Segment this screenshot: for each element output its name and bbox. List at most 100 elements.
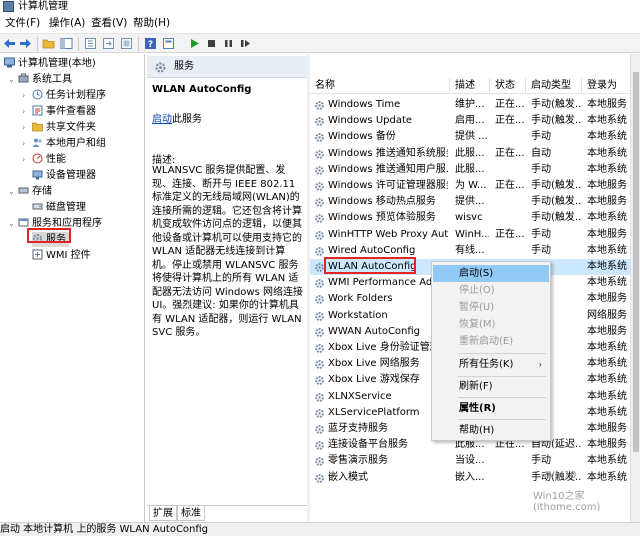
tree-performance[interactable]: › 性能 xyxy=(22,152,66,167)
service-gear-icon xyxy=(315,246,324,256)
properties-icon[interactable] xyxy=(162,37,175,50)
selected-service-name: WLAN AutoConfig xyxy=(152,84,252,95)
tools-icon xyxy=(18,73,29,84)
tree-event-viewer[interactable]: › 事件查看器 xyxy=(22,104,96,119)
column-logon-as[interactable]: 登录为 xyxy=(582,78,630,94)
start-service-row: 启动此服务 xyxy=(152,110,202,125)
cell-startup-type: 手动(触发... xyxy=(531,115,581,127)
table-row[interactable]: Windows Update 启用... 正在... 手动(触发... 本地系统 xyxy=(310,113,630,129)
help-icon[interactable]: ? xyxy=(144,37,157,50)
tree-task-scheduler[interactable]: › 任务计划程序 xyxy=(22,88,106,103)
menu-file[interactable]: 文件(F) xyxy=(5,14,40,33)
cell-name: Windows 推送通知系统服务 xyxy=(328,147,448,159)
cell-name: WWAN AutoConfig xyxy=(328,325,421,337)
cell-description: wisvc xyxy=(455,212,483,224)
tree-system-tools[interactable]: ⌄ 系统工具 xyxy=(8,72,72,87)
cell-description: 当设... xyxy=(455,455,485,467)
restart-service-icon[interactable] xyxy=(239,37,252,50)
cell-logon-as: 网络服务 xyxy=(587,309,627,321)
cell-startup-type: 手动(触发... xyxy=(531,196,581,208)
start-service-link[interactable]: 启动 xyxy=(152,114,172,125)
tree-device-manager[interactable]: 设备管理器 xyxy=(32,168,96,183)
start-service-icon[interactable] xyxy=(188,37,201,50)
menu-help-item[interactable]: 帮助(H) xyxy=(433,422,549,439)
column-name[interactable]: 名称 xyxy=(310,78,450,94)
cell-name: Windows 推送通知用户服... xyxy=(328,163,448,175)
expand-icon[interactable]: › xyxy=(22,120,31,135)
back-icon[interactable] xyxy=(3,37,16,50)
context-menu: 启动(S) 停止(O) 暂停(U) 恢复(M) 重新启动(E) 所有任务(K) … xyxy=(431,261,551,441)
tab-standard[interactable]: 标准 xyxy=(177,506,205,521)
table-row[interactable]: Windows 许可证管理器服务为 W... 正在... 手动(触发... 本地服务 xyxy=(310,178,630,194)
expand-icon[interactable]: › xyxy=(22,136,31,151)
tree-wmi-control[interactable]: WMI 控件 xyxy=(32,248,91,263)
table-row[interactable]: 零售演示服务 当设... 手动 本地系统 xyxy=(310,453,630,469)
menu-resume[interactable]: 恢复(M) xyxy=(433,316,549,333)
forward-icon[interactable] xyxy=(19,37,32,50)
menu-start[interactable]: 启动(S) xyxy=(433,265,549,282)
table-row[interactable]: Windows 推送通知用户服... 此服... 手动 本地系统 xyxy=(310,162,630,178)
cell-description: 此服... xyxy=(455,147,485,159)
cell-logon-as: 本地系统 xyxy=(587,115,627,127)
service-gear-icon xyxy=(315,165,324,175)
menu-action[interactable]: 操作(A) xyxy=(49,14,85,33)
tree-wmi-control-label: WMI 控件 xyxy=(46,250,91,261)
table-row[interactable]: Windows 备份 提供 ... 手动 本地系统 xyxy=(310,129,630,145)
cell-name: XLNXService xyxy=(328,390,392,402)
menu-pause[interactable]: 暂停(U) xyxy=(433,299,549,316)
pause-service-icon[interactable] xyxy=(222,37,235,50)
collapse-icon[interactable]: ⌄ xyxy=(8,72,17,87)
service-gear-icon xyxy=(315,279,324,289)
table-row[interactable]: Windows 移动热点服务 提供... 手动(触发... 本地服务 xyxy=(310,194,630,210)
cell-name: 蓝牙支持服务 xyxy=(328,423,388,434)
menu-restart[interactable]: 重新启动(E) xyxy=(433,333,549,350)
menu-help[interactable]: 帮助(H) xyxy=(133,14,170,33)
table-row[interactable]: 嵌入模式 嵌入... 手动(触发... 本地系统 xyxy=(310,470,630,486)
export-icon[interactable] xyxy=(120,37,133,50)
expand-icon[interactable]: › xyxy=(22,88,31,103)
cell-startup-type: 手动 xyxy=(531,455,551,467)
tree-storage[interactable]: ⌄ 存储 xyxy=(8,184,52,199)
menu-stop[interactable]: 停止(O) xyxy=(433,282,549,299)
cell-description: 嵌入... xyxy=(455,471,485,483)
cell-startup-type: 手动(触发... xyxy=(531,99,581,110)
column-status[interactable]: 状态 xyxy=(490,78,526,94)
scrollbar-thumb[interactable] xyxy=(633,72,639,452)
menu-properties[interactable]: 属性(R) xyxy=(433,400,549,417)
cell-name: 零售演示服务 xyxy=(328,455,388,467)
cell-description: 此服... xyxy=(455,163,485,175)
tree-shared-folders[interactable]: › 共享文件夹 xyxy=(22,120,96,135)
expand-icon[interactable]: › xyxy=(22,104,31,119)
cell-description: 提供 ... xyxy=(455,131,488,143)
table-row[interactable]: WinHTTP Web Proxy Aut... WinH... 正在... 手动 本地… xyxy=(310,227,630,243)
table-row[interactable]: Windows 预览体验服务 wisvc 手动(触发... 本地系统 xyxy=(310,210,630,226)
refresh-icon[interactable] xyxy=(84,37,97,50)
menu-refresh[interactable]: 刷新(F) xyxy=(433,378,549,395)
tree-local-users-groups[interactable]: › 本地用户和组 xyxy=(22,136,106,151)
cell-logon-as: 本地服务 xyxy=(587,325,627,337)
show-hide-tree-icon[interactable] xyxy=(60,37,73,50)
service-description: WLANSVC 服务提供配置、发现、连接、断开与 IEEE 802.11 标准定… xyxy=(152,165,303,338)
menu-all-tasks[interactable]: 所有任务(K) › xyxy=(433,356,549,373)
tab-extended[interactable]: 扩展 xyxy=(149,506,177,521)
tree-performance-label: 性能 xyxy=(46,154,66,165)
expand-icon[interactable]: › xyxy=(22,152,31,167)
list-scrollbar[interactable] xyxy=(630,54,640,522)
collapse-icon[interactable]: ⌄ xyxy=(8,184,17,199)
collapse-icon[interactable]: ⌄ xyxy=(8,216,17,231)
tree-disk-management[interactable]: 磁盘管理 xyxy=(32,200,86,215)
tree-root[interactable]: 计算机管理(本地) xyxy=(4,56,96,71)
table-row[interactable]: Windows Time 维护... 正在... 手动(触发... 本地服务 xyxy=(310,97,630,113)
computer-icon xyxy=(4,57,15,68)
stop-service-icon[interactable] xyxy=(205,37,218,50)
menu-view[interactable]: 查看(V) xyxy=(91,14,127,33)
cell-logon-as: 本地系统 xyxy=(587,147,627,159)
cell-logon-as: 本地服务 xyxy=(587,196,627,208)
tree-root-label: 计算机管理(本地) xyxy=(18,58,96,69)
cell-logon-as: 本地系统 xyxy=(587,342,627,353)
export-list-icon[interactable] xyxy=(102,37,115,50)
up-folder-icon[interactable] xyxy=(42,37,55,50)
column-description[interactable]: 描述 xyxy=(450,78,490,94)
table-row[interactable]: Windows 推送通知系统服务 此服... 正在... 自动 本地系统 xyxy=(310,146,630,162)
column-startup-type[interactable]: 启动类型 xyxy=(526,78,582,94)
